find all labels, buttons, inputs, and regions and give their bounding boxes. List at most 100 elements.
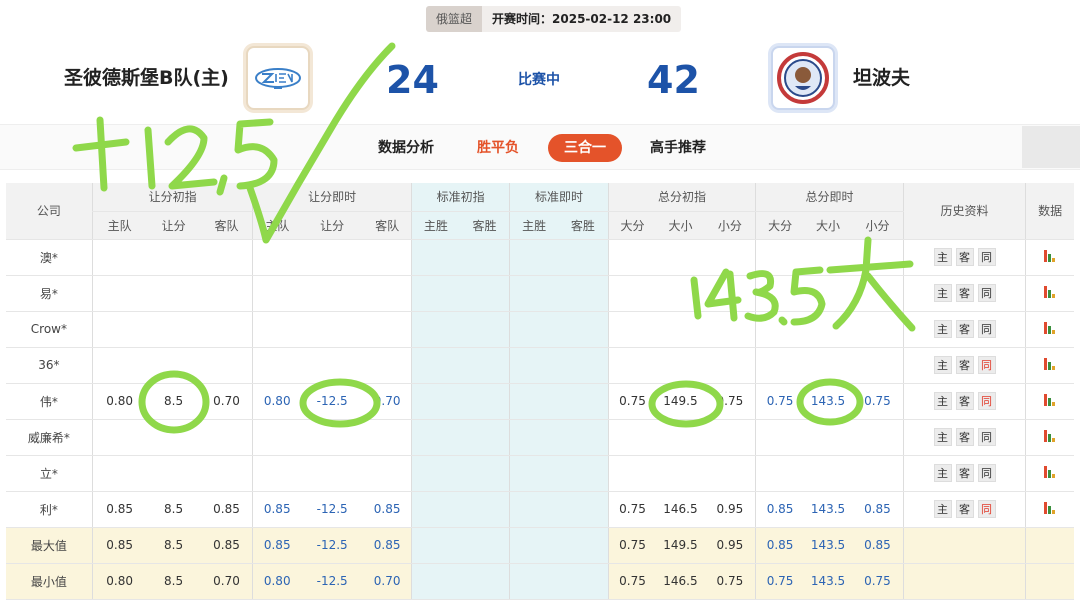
history-away-button[interactable]: 客 [955, 500, 974, 518]
away-team-logo[interactable] [771, 46, 835, 110]
odds-cell [509, 311, 559, 348]
home-team-name[interactable]: 圣彼德斯堡B队(主) [64, 64, 229, 92]
odds-cell: 0.75 [852, 563, 904, 600]
odds-cell [755, 275, 804, 312]
history-away-button[interactable]: 客 [955, 392, 974, 410]
tab-three-in-one[interactable]: 三合一 [548, 134, 622, 162]
odds-cell [252, 347, 302, 384]
bar-chart-icon[interactable] [1044, 249, 1056, 262]
data-cell [1025, 419, 1074, 456]
odds-cell [656, 419, 705, 456]
history-home-button[interactable]: 主 [933, 428, 952, 446]
bar-chart-icon[interactable] [1044, 321, 1056, 334]
odds-cell [410, 383, 460, 420]
odds-cell [200, 455, 253, 492]
odds-cell [410, 491, 460, 528]
odds-cell: 0.85 [852, 527, 904, 564]
home-team-logo[interactable] [246, 46, 310, 110]
odds-cell: 0.95 [704, 527, 756, 564]
bar-chart-icon[interactable] [1044, 465, 1056, 478]
history-away-button[interactable]: 客 [955, 320, 974, 338]
bar-chart-icon[interactable] [1044, 393, 1056, 406]
history-away-button[interactable]: 客 [955, 248, 974, 266]
odds-cell [803, 311, 853, 348]
col-standard-initial: 标准初指 [410, 183, 510, 212]
history-away-button[interactable]: 客 [955, 428, 974, 446]
company-name[interactable]: 最大值 [6, 527, 93, 564]
sub-header: 大分 [755, 211, 804, 240]
odds-cell [459, 563, 510, 600]
odds-cell [607, 347, 657, 384]
league-label: 俄篮超 [426, 6, 483, 32]
company-name[interactable]: 36* [6, 347, 93, 384]
odds-cell [410, 347, 460, 384]
odds-cell [363, 311, 412, 348]
odds-cell: 0.85 [852, 491, 904, 528]
company-name[interactable]: Crow* [6, 311, 93, 348]
odds-cell [803, 455, 853, 492]
bar-chart-icon[interactable] [1044, 429, 1056, 442]
data-cell [1025, 347, 1074, 384]
history-cell: 主客同 [902, 275, 1026, 312]
odds-cell [558, 455, 609, 492]
tab-data-analysis[interactable]: 数据分析 [378, 134, 434, 162]
company-name[interactable]: 立* [6, 455, 93, 492]
history-cell [902, 563, 1026, 600]
bar-chart-icon[interactable] [1044, 357, 1056, 370]
odds-cell [852, 455, 904, 492]
history-same-button[interactable]: 同 [977, 464, 996, 482]
history-same-button[interactable]: 同 [977, 356, 996, 374]
odds-cell [410, 455, 460, 492]
bar-chart-icon[interactable] [1044, 501, 1056, 514]
odds-cell [301, 455, 364, 492]
odds-cell [558, 311, 609, 348]
company-name[interactable]: 澳* [6, 239, 93, 276]
odds-cell: 0.85 [755, 491, 804, 528]
history-same-button[interactable]: 同 [977, 428, 996, 446]
odds-cell [558, 419, 609, 456]
odds-cell: 0.95 [704, 491, 756, 528]
tab-win-draw-lose[interactable]: 胜平负 [477, 134, 519, 162]
away-team-name[interactable]: 坦波夫 [853, 64, 910, 92]
odds-cell [200, 419, 253, 456]
bar-chart-icon[interactable] [1044, 285, 1056, 298]
company-name[interactable]: 伟* [6, 383, 93, 420]
history-home-button[interactable]: 主 [933, 356, 952, 374]
history-home-button[interactable]: 主 [933, 464, 952, 482]
odds-cell [509, 239, 559, 276]
history-same-button[interactable]: 同 [977, 284, 996, 302]
history-home-button[interactable]: 主 [933, 320, 952, 338]
odds-cell [91, 311, 147, 348]
odds-cell [558, 383, 609, 420]
company-name[interactable]: 最小值 [6, 563, 93, 600]
odds-cell [558, 491, 609, 528]
odds-cell: 0.85 [91, 491, 147, 528]
history-same-button[interactable]: 同 [977, 500, 996, 518]
history-home-button[interactable]: 主 [933, 500, 952, 518]
odds-cell: 0.85 [363, 527, 412, 564]
history-home-button[interactable]: 主 [933, 284, 952, 302]
history-away-button[interactable]: 客 [955, 284, 974, 302]
summary-row: 最大值 0.85 8.5 0.85 0.85 -12.5 0.85 0.75 149.5 0.95… [6, 527, 1074, 564]
history-home-button[interactable]: 主 [933, 392, 952, 410]
odds-cell [459, 455, 510, 492]
odds-cell [363, 455, 412, 492]
company-name[interactable]: 利* [6, 491, 93, 528]
history-cell: 主客同 [902, 419, 1026, 456]
company-name[interactable]: 易* [6, 275, 93, 312]
table-row: 澳* 主客同 [6, 239, 1074, 276]
odds-cell: 143.5 [803, 383, 853, 420]
odds-cell [755, 455, 804, 492]
history-same-button[interactable]: 同 [977, 248, 996, 266]
history-away-button[interactable]: 客 [955, 356, 974, 374]
odds-cell [704, 311, 756, 348]
odds-cell [803, 275, 853, 312]
odds-cell [558, 563, 609, 600]
history-home-button[interactable]: 主 [933, 248, 952, 266]
history-same-button[interactable]: 同 [977, 392, 996, 410]
company-name[interactable]: 威廉希* [6, 419, 93, 456]
odds-cell [410, 311, 460, 348]
history-same-button[interactable]: 同 [977, 320, 996, 338]
history-away-button[interactable]: 客 [955, 464, 974, 482]
tab-expert-picks[interactable]: 高手推荐 [650, 134, 706, 162]
